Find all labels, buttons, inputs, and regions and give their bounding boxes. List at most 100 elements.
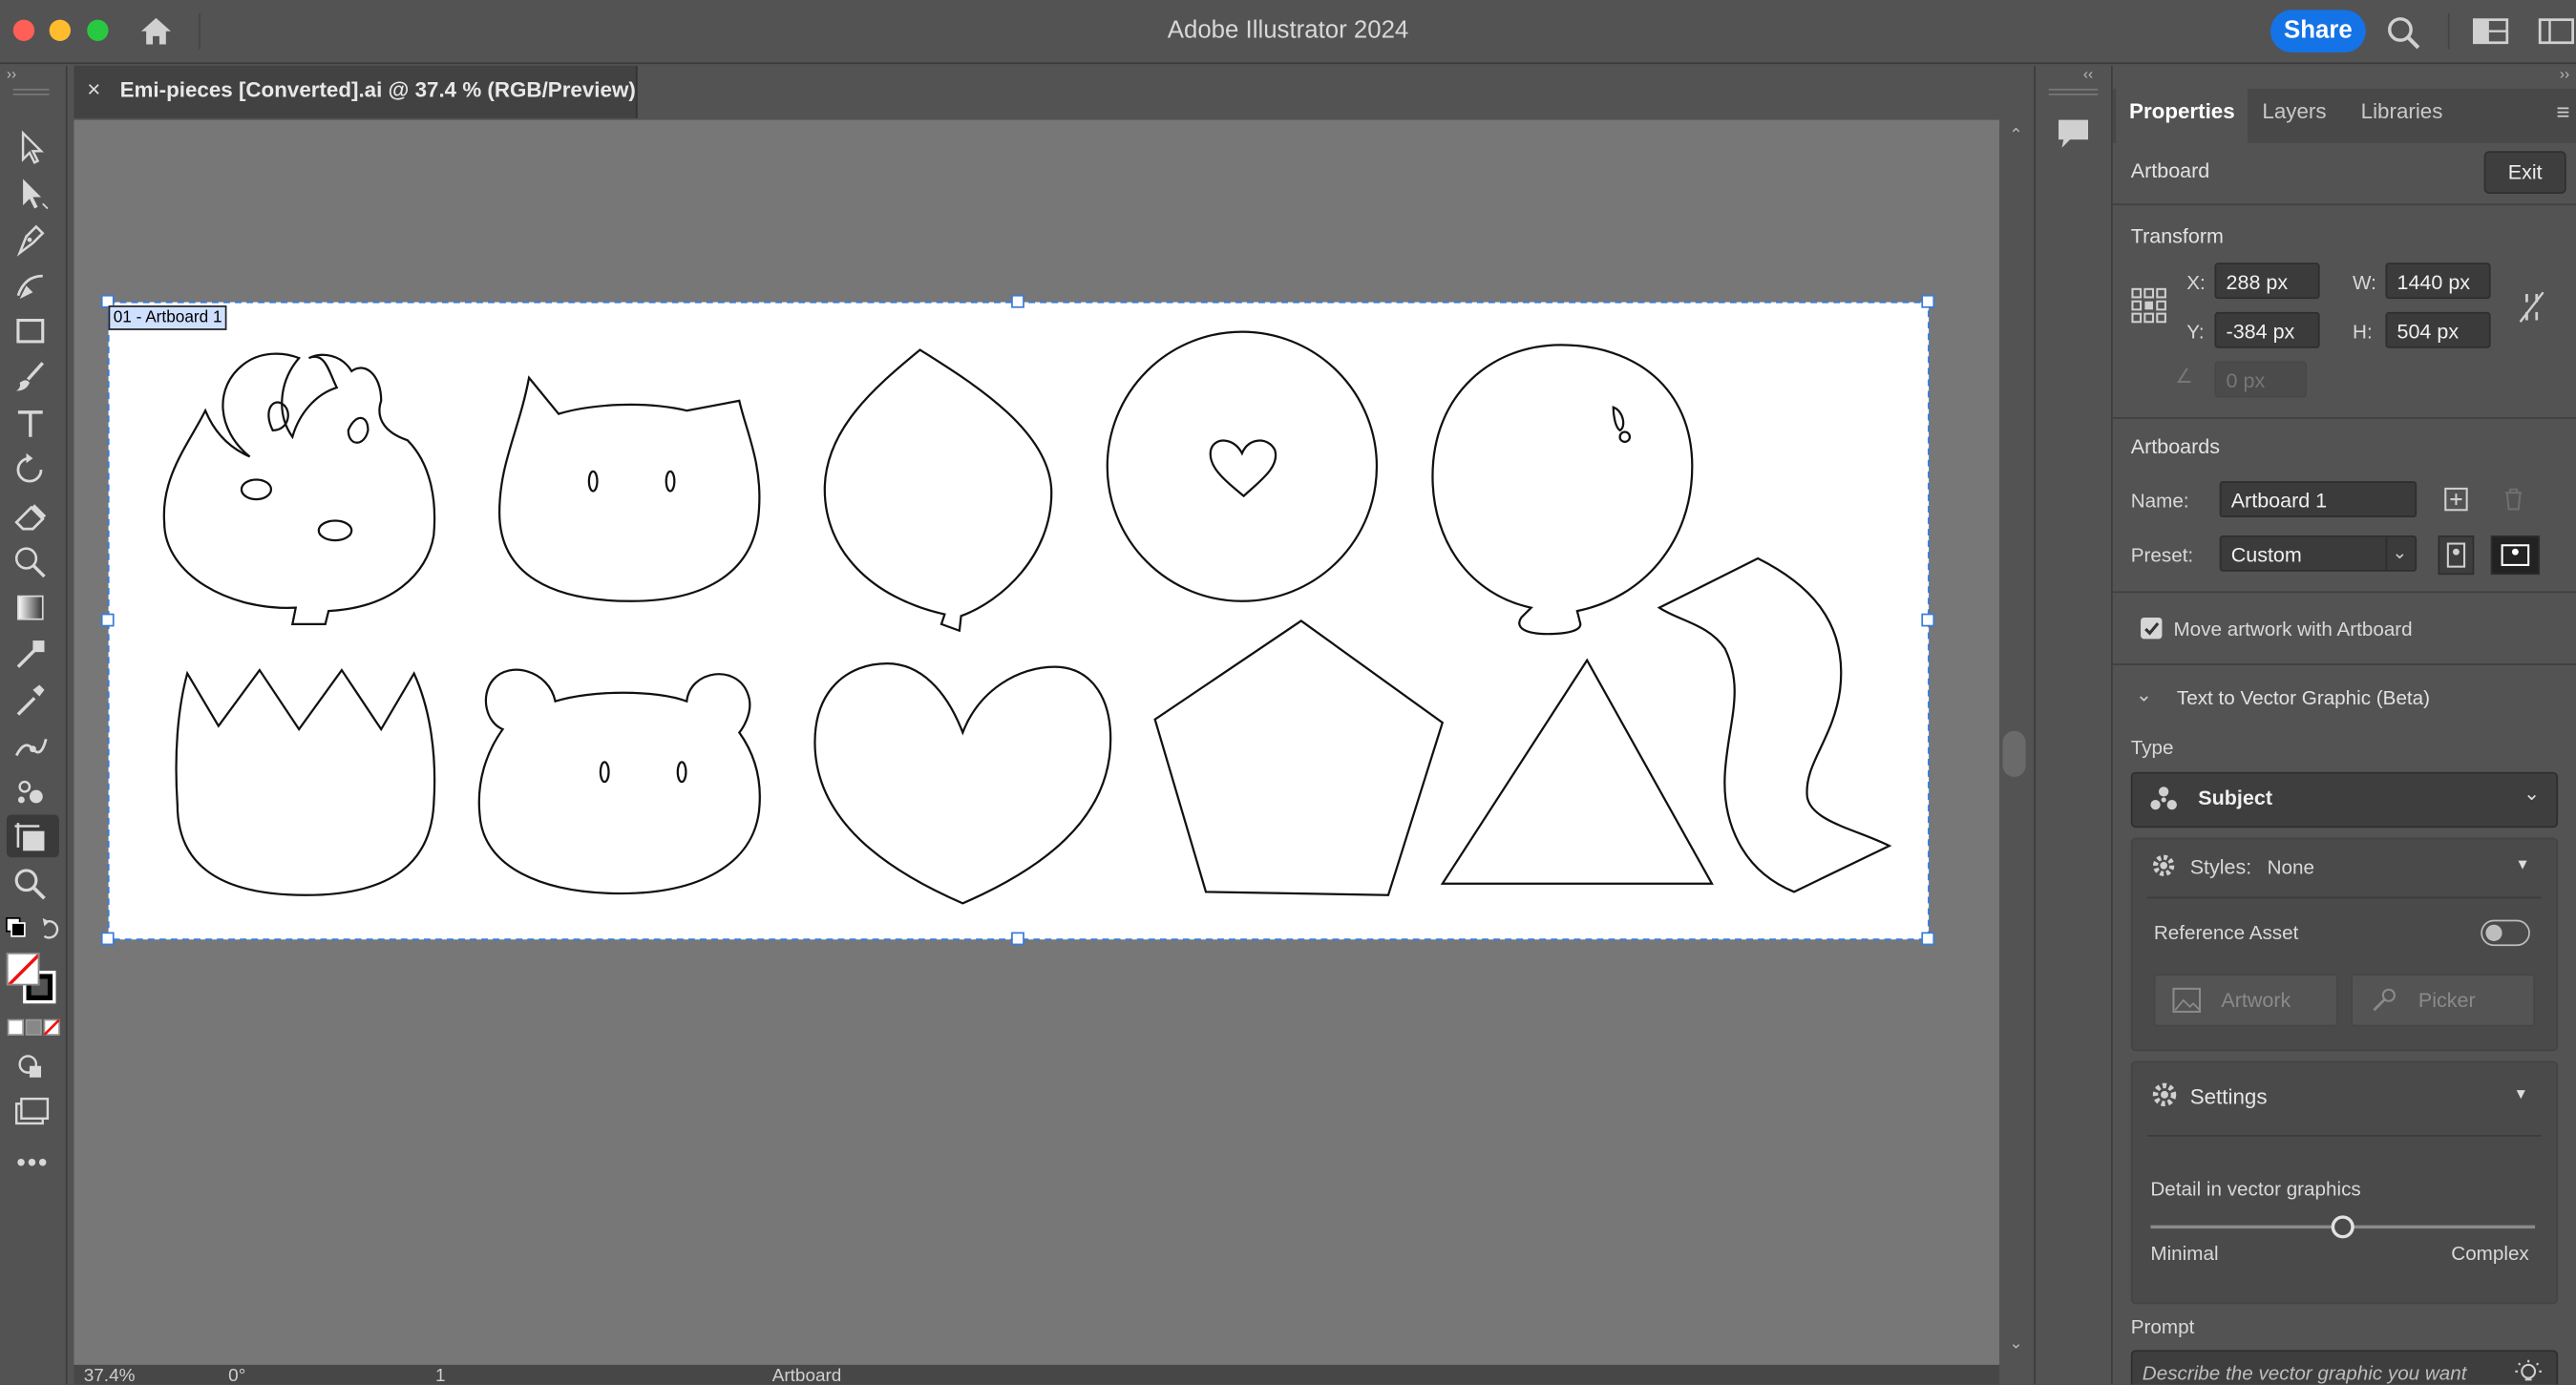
tab-libraries[interactable]: Libraries: [2361, 98, 2443, 123]
preset-dropdown[interactable]: Custom ⌄: [2219, 535, 2418, 572]
styles-label: Styles:: [2189, 855, 2252, 879]
width-field[interactable]: 1440 px: [2385, 262, 2491, 300]
prompt-input[interactable]: Describe the vector graphic you want: [2130, 1350, 2559, 1385]
angle-field: 0 px: [2214, 361, 2307, 398]
tab-layers[interactable]: Layers: [2262, 98, 2326, 123]
cat-head-shape[interactable]: [497, 375, 761, 602]
detail-slider-thumb[interactable]: [2331, 1215, 2354, 1239]
y-position-field[interactable]: -384 px: [2214, 311, 2320, 348]
artboard-name-field[interactable]: Artboard 1: [2219, 481, 2418, 518]
picker-button[interactable]: Picker: [2351, 974, 2536, 1027]
angle-icon: ∠: [2175, 364, 2193, 388]
panel-toggle-icon[interactable]: [2538, 16, 2574, 46]
reference-point-icon[interactable]: [2131, 287, 2167, 324]
prompt-placeholder: Describe the vector graphic you want: [2142, 1361, 2467, 1385]
minimal-label: Minimal: [2150, 1241, 2219, 1265]
detail-label: Detail in vector graphics: [2150, 1177, 2361, 1201]
zoom-level[interactable]: 37.4%: [84, 1367, 136, 1384]
share-button[interactable]: Share: [2270, 10, 2366, 53]
type-dropdown[interactable]: Subject ⌄: [2130, 771, 2559, 829]
gear-icon: [2152, 854, 2175, 876]
status-bar: 37.4% 0° 1 Artboard: [74, 1364, 2000, 1385]
divider: [2447, 12, 2450, 50]
artwork-button-label: Artwork: [2221, 988, 2291, 1012]
prompt-label: Prompt: [2130, 1315, 2195, 1339]
lightbulb-icon[interactable]: [2514, 1358, 2544, 1385]
settings-expand-icon[interactable]: ▼: [2514, 1085, 2528, 1102]
reference-asset-label: Reference Asset: [2153, 921, 2299, 945]
styles-expand-icon[interactable]: ▼: [2515, 855, 2529, 871]
move-artwork-checkbox[interactable]: [2141, 617, 2163, 640]
artwork-layer: [100, 294, 1935, 946]
constrain-proportions-icon[interactable]: [2517, 289, 2546, 325]
artboard-resize-handles[interactable]: [100, 294, 1935, 946]
tab-properties[interactable]: Properties: [2129, 98, 2235, 123]
divider: [2146, 1135, 2542, 1137]
heart-shape[interactable]: [813, 662, 1112, 905]
preset-label: Preset:: [2130, 543, 2194, 567]
x-position-field[interactable]: 288 px: [2214, 262, 2320, 300]
w-label: W:: [2353, 270, 2376, 295]
bear-head-shape[interactable]: [477, 668, 761, 895]
panel-grip[interactable]: [2048, 88, 2099, 95]
settings-label[interactable]: Settings: [2190, 1084, 2268, 1109]
search-icon[interactable]: [2385, 14, 2421, 51]
y-label: Y:: [2186, 320, 2205, 344]
reference-asset-toggle[interactable]: [2481, 919, 2530, 947]
collapse-panel-icon[interactable]: ››: [2560, 66, 2569, 82]
chevron-down-icon: ⌄: [2523, 782, 2541, 806]
triangle-shape[interactable]: [1440, 658, 1714, 885]
status-mode[interactable]: Artboard: [772, 1367, 842, 1384]
divider: [2112, 663, 2576, 665]
divider: [2112, 591, 2576, 594]
rotation-value[interactable]: 0°: [228, 1367, 245, 1384]
context-label: Artboard: [2130, 158, 2210, 182]
circle-shape[interactable]: [1106, 330, 1379, 602]
styles-value[interactable]: None: [2268, 855, 2314, 878]
x-label: X:: [2186, 270, 2206, 295]
picker-icon: [2373, 988, 2396, 1012]
comments-icon[interactable]: [2056, 115, 2092, 151]
exit-button[interactable]: Exit: [2483, 151, 2566, 195]
height-field[interactable]: 504 px: [2385, 311, 2491, 348]
text-to-vector-title[interactable]: Text to Vector Graphic (Beta): [2177, 686, 2430, 709]
gear-icon: [2152, 1082, 2177, 1107]
vertical-scrollbar[interactable]: ⌃ ⌄: [1999, 119, 2033, 1365]
subject-icon: [2150, 787, 2177, 810]
type-value: Subject: [2198, 787, 2272, 810]
leaf-shape[interactable]: [823, 348, 1053, 633]
tulip-shape[interactable]: [175, 668, 436, 896]
artboard-number[interactable]: 1: [435, 1367, 446, 1384]
landscape-orientation-icon[interactable]: [2490, 535, 2541, 576]
collapse-section-icon[interactable]: ⌄: [2136, 683, 2152, 706]
expand-panels-icon[interactable]: ‹‹: [2083, 66, 2093, 82]
name-label: Name:: [2130, 489, 2189, 513]
transform-title: Transform: [2130, 224, 2224, 248]
move-artwork-label: Move artwork with Artboard: [2173, 617, 2413, 641]
balloon-shape[interactable]: [1431, 344, 1694, 636]
divider: [2112, 203, 2576, 206]
small-heart-shape[interactable]: [1209, 439, 1277, 498]
ribbon-shape[interactable]: [1657, 556, 1892, 893]
scroll-down-icon[interactable]: ⌄: [2009, 1335, 2022, 1354]
pentagon-shape[interactable]: [1153, 619, 1445, 896]
artboard-name-label[interactable]: 01 - Artboard 1: [108, 305, 227, 330]
portrait-orientation-icon[interactable]: [2438, 535, 2475, 576]
scroll-thumb[interactable]: [2002, 730, 2026, 777]
scroll-up-icon[interactable]: ⌃: [2009, 126, 2022, 144]
properties-panel: ›› Properties Layers Libraries ≡ Artboar…: [2112, 65, 2576, 1385]
preset-value: Custom: [2230, 543, 2302, 567]
divider: [2112, 417, 2576, 419]
delete-artboard-icon[interactable]: [2501, 486, 2527, 513]
monstera-leaf-shape[interactable]: [162, 352, 436, 625]
chevron-down-icon: ⌄: [2392, 543, 2408, 564]
panel-menu-icon[interactable]: ≡: [2556, 98, 2569, 125]
comments-strip: ‹‹: [2034, 65, 2113, 1385]
artwork-button[interactable]: Artwork: [2153, 974, 2338, 1027]
image-icon: [2172, 987, 2202, 1013]
workspace-layout-icon[interactable]: [2472, 16, 2509, 46]
panel-header-strip: ››: [2113, 66, 2576, 89]
divider: [2146, 896, 2542, 899]
picker-button-label: Picker: [2418, 988, 2476, 1012]
new-artboard-icon[interactable]: [2443, 486, 2470, 513]
